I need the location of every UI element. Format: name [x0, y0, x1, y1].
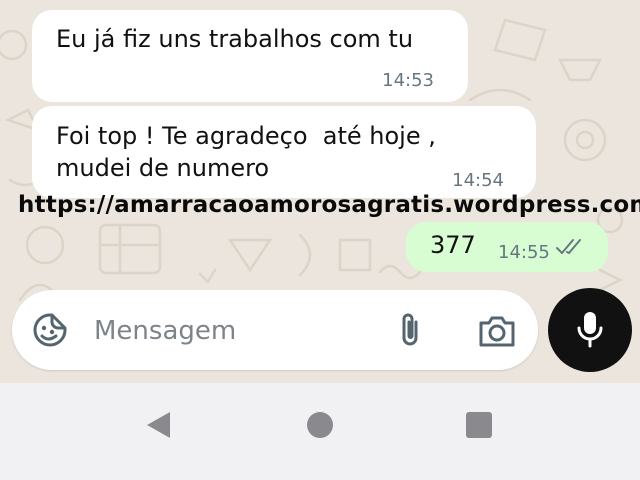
- microphone-button[interactable]: [548, 288, 632, 372]
- message-bubble-incoming[interactable]: Foi top ! Te agradeço até hoje , mudei d…: [32, 106, 536, 198]
- camera-icon[interactable]: [478, 314, 516, 348]
- paperclip-icon[interactable]: [396, 310, 424, 350]
- message-composer: [12, 290, 538, 370]
- message-bubble-incoming[interactable]: Eu já fiz uns trabalhos com tu 14:53: [32, 10, 468, 102]
- watermark-url: https://amarracaoamorosagratis.wordpress…: [18, 192, 640, 218]
- double-check-icon: [556, 239, 581, 254]
- system-navigation-bar: [0, 383, 640, 480]
- nav-home-icon[interactable]: [307, 412, 333, 438]
- nav-recent-apps-icon[interactable]: [466, 412, 492, 438]
- message-text: Eu já fiz uns trabalhos com tu: [56, 25, 414, 53]
- message-bubble-outgoing[interactable]: 377 14:55: [406, 222, 608, 272]
- microphone-icon: [577, 312, 603, 348]
- message-text: Foi top ! Te agradeço até hoje , mudei d…: [56, 122, 436, 182]
- message-time: 14:53: [382, 70, 434, 91]
- nav-back-icon[interactable]: [146, 411, 172, 439]
- message-text: 377: [430, 231, 476, 259]
- sticker-emoji-icon[interactable]: [32, 312, 68, 348]
- message-time: 14:55: [498, 242, 550, 263]
- message-input[interactable]: [92, 310, 376, 352]
